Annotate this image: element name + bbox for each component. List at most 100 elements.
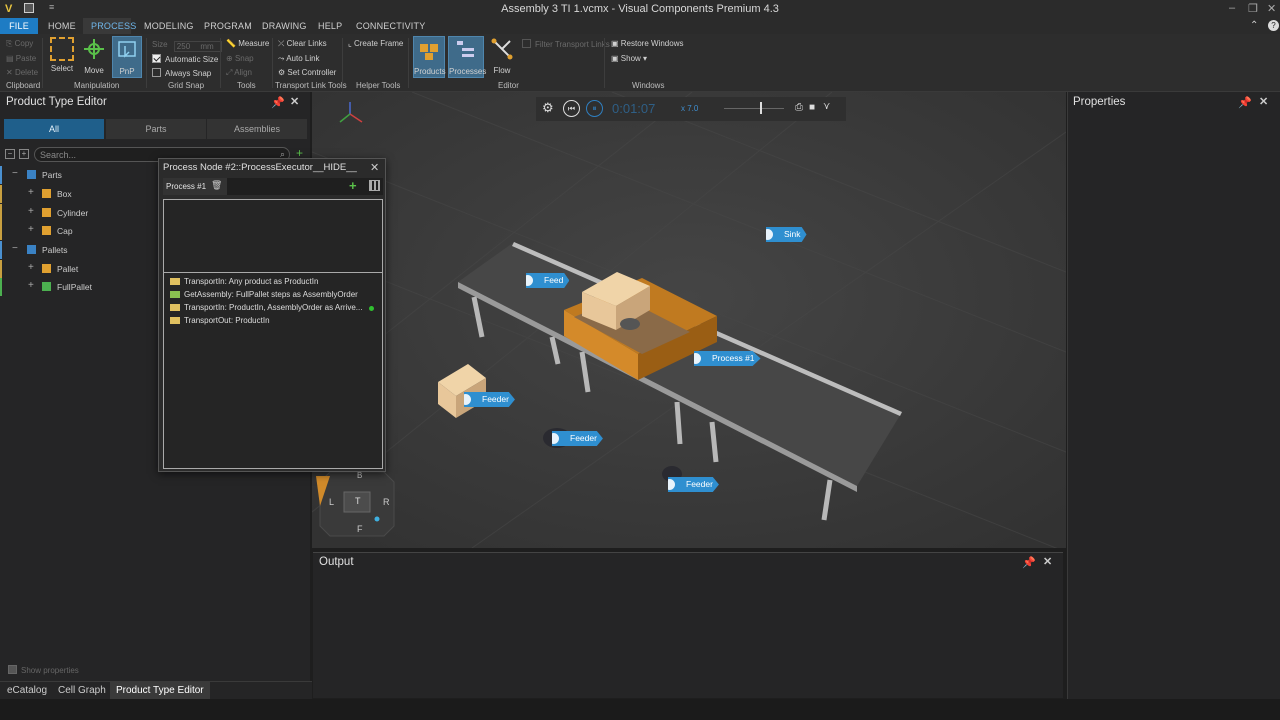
status-bar bbox=[0, 699, 1280, 720]
export-pdf-icon[interactable]: ⎙ bbox=[795, 102, 803, 113]
ribbon-separator bbox=[604, 38, 605, 88]
tab-parts[interactable]: Parts bbox=[106, 119, 206, 139]
close-panel-icon[interactable]: ✕ bbox=[1043, 555, 1052, 568]
tab-ecatalog[interactable]: eCatalog bbox=[7, 685, 47, 696]
tab-cell-graph[interactable]: Cell Graph bbox=[58, 685, 106, 696]
statement-item[interactable]: TransportIn: ProductIn, AssemblyOrder as… bbox=[170, 303, 362, 312]
restore-windows-button[interactable]: ▣ Restore Windows bbox=[611, 39, 683, 48]
ribbon-separator bbox=[408, 38, 409, 88]
tab-process[interactable]: PROCESS bbox=[91, 21, 136, 31]
flow-button[interactable]: Flow bbox=[487, 36, 517, 78]
pin-icon[interactable]: 📌 bbox=[1022, 556, 1036, 569]
nav-cube-back[interactable]: B bbox=[357, 471, 362, 480]
expand-all-icon[interactable]: + bbox=[19, 149, 29, 159]
navigation-cube[interactable]: B T L R F bbox=[316, 470, 396, 540]
settings-gear-icon[interactable]: ⚙ bbox=[542, 100, 554, 116]
show-dropdown-button[interactable]: ▣ Show ▾ bbox=[611, 54, 647, 63]
select-button[interactable]: Select bbox=[47, 36, 77, 78]
tab-process-1[interactable]: Process #1 🗑 bbox=[163, 178, 227, 195]
feeder-label[interactable]: Feeder bbox=[668, 477, 719, 492]
panel-title: Product Type Editor bbox=[6, 96, 107, 108]
ribbon-separator bbox=[342, 38, 343, 88]
close-panel-icon[interactable]: ✕ bbox=[1259, 95, 1268, 108]
get-assembly-icon bbox=[170, 291, 180, 298]
nav-cube-left[interactable]: L bbox=[329, 497, 334, 507]
feed-label[interactable]: Feed bbox=[526, 273, 570, 288]
tab-connectivity[interactable]: CONNECTIVITY bbox=[356, 21, 425, 31]
tab-all[interactable]: All bbox=[4, 119, 104, 139]
reset-button[interactable]: ⏮ bbox=[563, 100, 580, 117]
grid-size-input[interactable]: 250 mm bbox=[173, 41, 222, 52]
part-icon bbox=[42, 264, 51, 273]
tree-item-fullpallet[interactable]: + FullPallet bbox=[0, 278, 155, 296]
speed-value: x 7.0 bbox=[681, 104, 699, 113]
measure-button[interactable]: 📏 Measure bbox=[226, 39, 269, 48]
align-button[interactable]: ⤢ Align bbox=[226, 68, 252, 78]
statement-item[interactable]: TransportIn: Any product as ProductIn bbox=[170, 277, 318, 286]
group-label-editor: Editor bbox=[498, 81, 519, 90]
minimize-button[interactable]: – bbox=[1229, 2, 1235, 14]
tree-item-pallet[interactable]: + Pallet bbox=[0, 260, 155, 278]
move-icon bbox=[84, 39, 104, 59]
nav-cube-right[interactable]: R bbox=[383, 497, 390, 507]
restore-button[interactable]: ❐ bbox=[1248, 2, 1258, 15]
tab-modeling[interactable]: MODELING bbox=[144, 21, 194, 31]
sink-label[interactable]: Sink bbox=[766, 227, 807, 242]
clear-links-button[interactable]: ⤫ Clear Links bbox=[278, 39, 327, 49]
products-button[interactable]: Products bbox=[413, 36, 446, 78]
snap-button[interactable]: ⊕ Snap bbox=[226, 54, 254, 63]
processes-button[interactable]: Processes bbox=[448, 36, 486, 78]
tab-help[interactable]: HELP bbox=[318, 21, 342, 31]
tab-drawing[interactable]: DRAWING bbox=[262, 21, 307, 31]
pause-button[interactable]: ⏸ bbox=[586, 100, 603, 117]
filter-transport-links-checkbox[interactable]: Filter Transport Links bbox=[522, 39, 610, 49]
process-1-label[interactable]: Process #1 bbox=[694, 351, 761, 366]
speed-slider-track[interactable] bbox=[724, 108, 784, 109]
video-record-icon[interactable]: ■ bbox=[809, 102, 815, 113]
3d-viewport[interactable]: Sink Feed Process #1 Feeder Feeder Feede… bbox=[312, 92, 1066, 548]
collapse-ribbon-icon[interactable]: ⌃ bbox=[1250, 20, 1258, 31]
move-button[interactable]: Move bbox=[79, 36, 109, 78]
tab-home[interactable]: HOME bbox=[48, 21, 76, 31]
create-frame-button[interactable]: ⌞ Create Frame bbox=[348, 39, 403, 48]
speed-slider-handle[interactable] bbox=[760, 102, 762, 114]
panel-title: Output bbox=[319, 556, 354, 568]
feeder-label[interactable]: Feeder bbox=[552, 431, 603, 446]
add-process-icon[interactable]: + bbox=[349, 178, 357, 193]
statement-item[interactable]: GetAssembly: FullPallet steps as Assembl… bbox=[170, 290, 358, 299]
grid-view-icon[interactable] bbox=[369, 180, 380, 191]
nav-cube-top[interactable]: T bbox=[355, 496, 361, 506]
pin-icon[interactable]: 📌 bbox=[1238, 96, 1252, 109]
tab-program[interactable]: PROGRAM bbox=[204, 21, 252, 31]
collapse-all-icon[interactable]: − bbox=[5, 149, 15, 159]
feeder-label[interactable]: Feeder bbox=[464, 392, 515, 407]
trash-icon[interactable]: 🗑 bbox=[211, 180, 222, 191]
close-panel-icon[interactable]: ✕ bbox=[290, 95, 299, 108]
tree-item-pallets[interactable]: − Pallets bbox=[0, 241, 155, 259]
always-snap-checkbox[interactable]: Always Snap bbox=[152, 68, 211, 78]
pin-icon[interactable]: 📌 bbox=[271, 96, 285, 109]
auto-link-button[interactable]: ⤳ Auto Link bbox=[278, 54, 320, 64]
close-window-button[interactable]: ✕ bbox=[1267, 2, 1276, 15]
pnp-button[interactable]: PnP bbox=[112, 36, 142, 78]
tree-item-parts[interactable]: − Parts bbox=[0, 166, 155, 184]
copy-button[interactable]: ⎘ Copy bbox=[6, 39, 33, 49]
tab-assemblies[interactable]: Assemblies bbox=[207, 119, 307, 139]
tree-item-cap[interactable]: + Cap bbox=[0, 222, 155, 240]
paste-button[interactable]: ▤ Paste bbox=[6, 54, 36, 63]
group-label-windows: Windows bbox=[632, 81, 665, 90]
tab-file[interactable]: FILE bbox=[0, 18, 38, 34]
statement-item[interactable]: TransportOut: ProductIn bbox=[170, 316, 270, 325]
set-controller-button[interactable]: ⚙ Set Controller bbox=[278, 68, 336, 77]
help-icon[interactable]: ? bbox=[1268, 20, 1279, 31]
tab-product-type-editor[interactable]: Product Type Editor bbox=[110, 682, 210, 699]
nav-cube-front[interactable]: F bbox=[357, 524, 363, 534]
delete-button[interactable]: ✕ Delete bbox=[6, 68, 38, 77]
transport-in-icon bbox=[170, 278, 180, 285]
statistics-icon[interactable]: ⋎ bbox=[823, 101, 830, 112]
close-dialog-icon[interactable]: ✕ bbox=[370, 161, 379, 174]
automatic-size-checkbox[interactable]: Automatic Size bbox=[152, 54, 218, 64]
tree-item-cylinder[interactable]: + Cylinder bbox=[0, 204, 155, 222]
show-properties-checkbox[interactable]: Show properties bbox=[8, 665, 79, 675]
tree-item-box[interactable]: + Box bbox=[0, 185, 155, 203]
